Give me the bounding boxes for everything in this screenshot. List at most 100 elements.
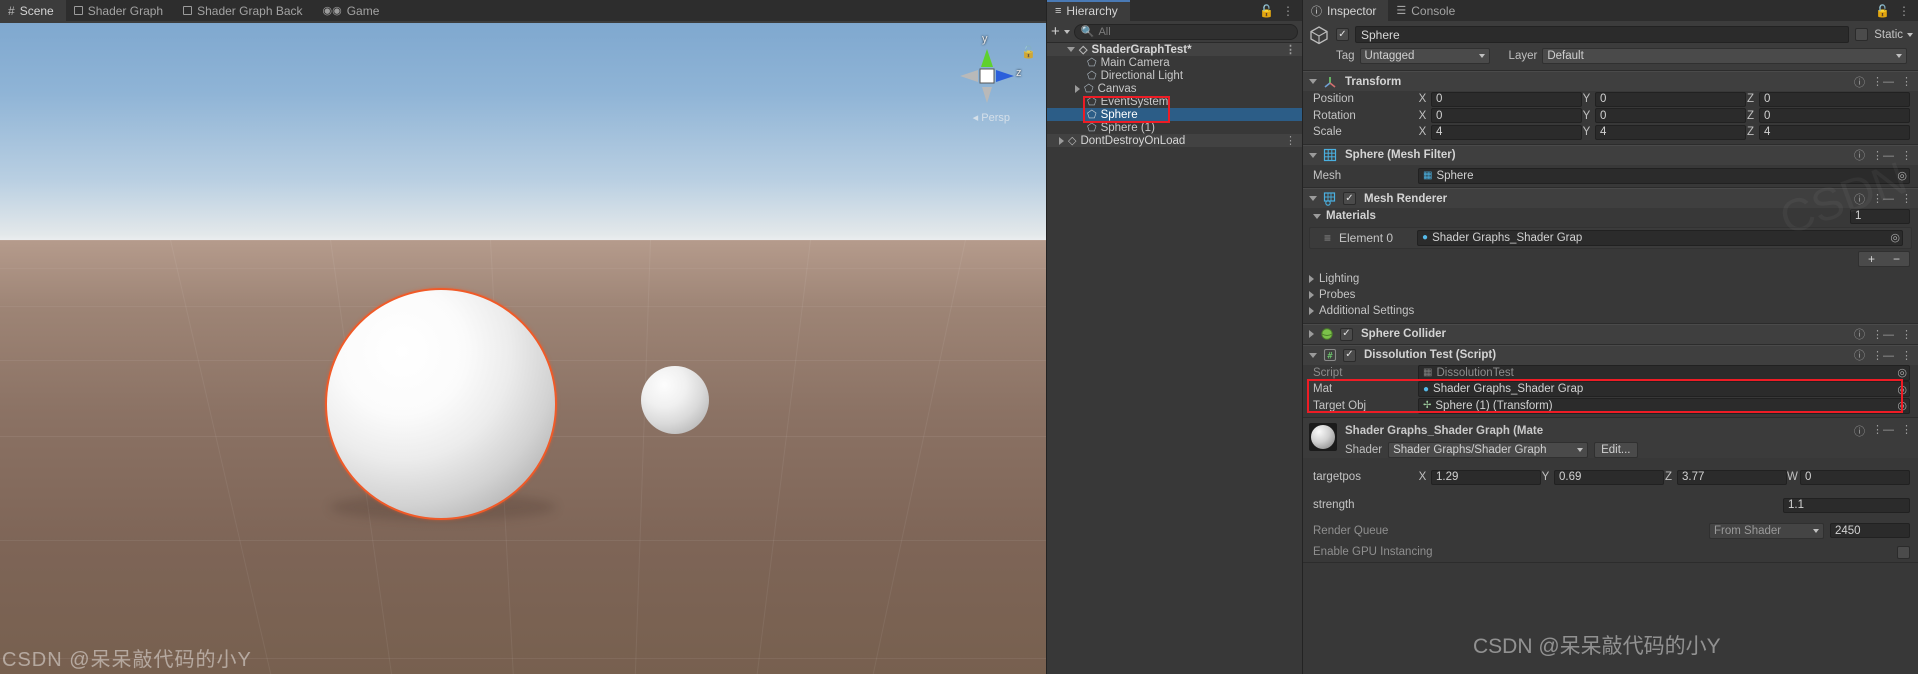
hierarchy-row-dontdestroyonload[interactable]: ◇ DontDestroyOnLoad ⋮ [1047,134,1302,147]
preset-icon[interactable]: ⋮— [1872,423,1894,439]
component-header[interactable]: ✓ Sphere Collider ⓘ ⋮— ⋮ [1303,323,1918,344]
object-picker-icon[interactable]: ◎ [1897,399,1907,412]
rotation-y-input[interactable]: 0 [1595,108,1746,124]
hierarchy-row-eventsystem[interactable]: ⬠ EventSystem [1047,95,1302,109]
sphere-collider-enabled-checkbox[interactable]: ✓ [1340,327,1353,341]
strength-input[interactable]: 1.1 [1783,497,1910,513]
kebab-icon[interactable]: ⋮ [1901,192,1912,205]
sphere-object-selected[interactable] [325,288,557,520]
tab-shader-graph-back[interactable]: Shader Graph Back [175,0,314,21]
static-dropdown[interactable]: Static [1874,29,1913,41]
scene-orientation-gizmo[interactable]: y z [956,33,1022,107]
add-material-button[interactable]: + [1868,252,1875,266]
remove-material-button[interactable]: − [1893,252,1900,266]
material-object-field[interactable]: ● Shader Graphs_Shader Grap ◎ [1417,229,1903,246]
render-queue-mode-dropdown[interactable]: From Shader [1709,523,1824,539]
kebab-icon[interactable]: ⋮ [1285,134,1296,147]
preset-icon[interactable]: ⋮— [1872,328,1894,341]
kebab-icon[interactable]: ⋮ [1901,423,1912,439]
gpu-instancing-checkbox[interactable] [1897,545,1910,559]
hierarchy-row-canvas[interactable]: ⬠ Canvas [1047,82,1302,95]
tab-hierarchy[interactable]: ≡ Hierarchy [1047,0,1130,21]
object-picker-icon[interactable]: ◎ [1890,231,1900,244]
scale-x-input[interactable]: 4 [1431,124,1582,140]
help-icon[interactable]: ⓘ [1854,191,1865,207]
chevron-down-icon[interactable] [1309,79,1317,84]
material-add-remove-buttons[interactable]: + − [1858,250,1910,267]
shader-dropdown[interactable]: Shader Graphs/Shader Graph [1388,442,1589,458]
hierarchy-row-sphere[interactable]: ⬠ Sphere [1047,108,1302,121]
chevron-down-icon[interactable] [1309,352,1317,358]
scale-z-input[interactable]: 4 [1759,124,1910,140]
mesh-renderer-enabled-checkbox[interactable]: ✓ [1343,192,1356,205]
fold-lighting[interactable]: Lighting [1303,271,1918,287]
help-icon[interactable]: ⓘ [1854,326,1865,342]
mat-object-field[interactable]: ● Shader Graphs_Shader Grap ◎ [1418,381,1910,398]
hierarchy-row-scene[interactable]: ◇ ShaderGraphTest* ⋮ [1047,43,1302,56]
rotation-x-input[interactable]: 0 [1431,108,1582,124]
edit-shader-button[interactable]: Edit... [1594,442,1638,458]
component-header[interactable]: # ✓ Dissolution Test (Script) ⓘ ⋮— ⋮ [1303,344,1918,365]
rotation-z-input[interactable]: 0 [1759,108,1910,124]
position-x-input[interactable]: 0 [1431,91,1582,107]
layer-dropdown[interactable]: Default [1542,48,1907,64]
chevron-right-icon[interactable] [1075,84,1080,93]
targetpos-w-input[interactable]: 0 [1800,469,1910,485]
target-obj-field[interactable]: ✢ Sphere (1) (Transform) ◎ [1418,397,1910,414]
preset-icon[interactable]: ⋮— [1872,75,1894,88]
targetpos-y-input[interactable]: 0.69 [1554,469,1664,485]
preset-icon[interactable]: ⋮— [1872,349,1894,362]
hierarchy-search-input[interactable]: 🔍 All [1073,23,1298,40]
create-object-button[interactable]: + [1051,24,1060,39]
fold-additional-settings[interactable]: Additional Settings [1303,303,1918,319]
targetpos-z-input[interactable]: 3.77 [1677,469,1787,485]
help-icon[interactable]: ⓘ [1854,74,1865,90]
render-queue-value-input[interactable]: 2450 [1830,523,1910,538]
position-y-input[interactable]: 0 [1595,91,1746,107]
position-z-input[interactable]: 0 [1759,91,1910,107]
lock-icon[interactable]: 🔓 [1875,4,1890,18]
targetpos-x-input[interactable]: 1.29 [1431,469,1541,485]
hierarchy-row-directional-light[interactable]: ⬠ Directional Light [1047,69,1302,83]
kebab-icon[interactable]: ⋮ [1285,43,1296,56]
hierarchy-row-sphere-1[interactable]: ⬠ Sphere (1) [1047,121,1302,135]
chevron-right-icon[interactable] [1309,330,1314,338]
kebab-icon[interactable]: ⋮ [1282,4,1294,18]
scene-viewport[interactable]: y z 🔓 ◂ Persp CSDN @呆呆敲代码的小Y [0,23,1046,674]
gameobject-enabled-checkbox[interactable]: ✓ [1336,28,1349,41]
mesh-object-field[interactable]: ▦ Sphere ◎ [1418,167,1910,184]
tab-game[interactable]: ◉◉ Game [315,0,392,21]
help-icon[interactable]: ⓘ [1854,347,1865,363]
component-header[interactable]: Sphere (Mesh Filter) ⓘ ⋮— ⋮ [1303,144,1918,165]
tag-dropdown[interactable]: Untagged [1359,48,1490,64]
chevron-right-icon[interactable] [1059,136,1064,145]
component-header[interactable]: ✓ Mesh Renderer ⓘ ⋮— ⋮ [1303,188,1918,208]
chevron-down-icon[interactable] [1313,213,1321,219]
gameobject-name-field[interactable]: Sphere [1355,26,1850,43]
fold-probes[interactable]: Probes [1303,287,1918,303]
hierarchy-row-main-camera[interactable]: ⬠ Main Camera [1047,56,1302,70]
kebab-icon[interactable]: ⋮ [1901,149,1912,162]
chevron-down-icon[interactable] [1309,152,1317,158]
preset-icon[interactable]: ⋮— [1872,192,1894,205]
materials-count-input[interactable]: 1 [1850,208,1910,224]
perspective-label[interactable]: ◂ Persp [973,111,1010,124]
tab-inspector[interactable]: ⓘ Inspector [1303,0,1389,21]
help-icon[interactable]: ⓘ [1854,147,1865,163]
sphere-object-secondary[interactable] [641,366,709,434]
object-picker-icon[interactable]: ◎ [1897,383,1907,396]
static-checkbox[interactable] [1855,28,1869,41]
chevron-down-icon[interactable] [1309,196,1317,201]
kebab-icon[interactable]: ⋮ [1901,328,1912,341]
help-icon[interactable]: ⓘ [1854,423,1865,439]
kebab-icon[interactable]: ⋮ [1898,4,1910,18]
tab-console[interactable]: ☰ Console [1388,0,1467,21]
scale-y-input[interactable]: 4 [1595,124,1746,140]
kebab-icon[interactable]: ⋮ [1901,75,1912,88]
chevron-down-icon[interactable] [1063,29,1070,34]
hierarchy-tree[interactable]: ◇ ShaderGraphTest* ⋮ ⬠ Main Camera ⬠ Dir… [1047,43,1302,674]
script-enabled-checkbox[interactable]: ✓ [1343,348,1356,362]
object-picker-icon[interactable]: ◎ [1897,169,1907,182]
tab-shader-graph[interactable]: Shader Graph [66,0,175,21]
preset-icon[interactable]: ⋮— [1872,149,1894,162]
